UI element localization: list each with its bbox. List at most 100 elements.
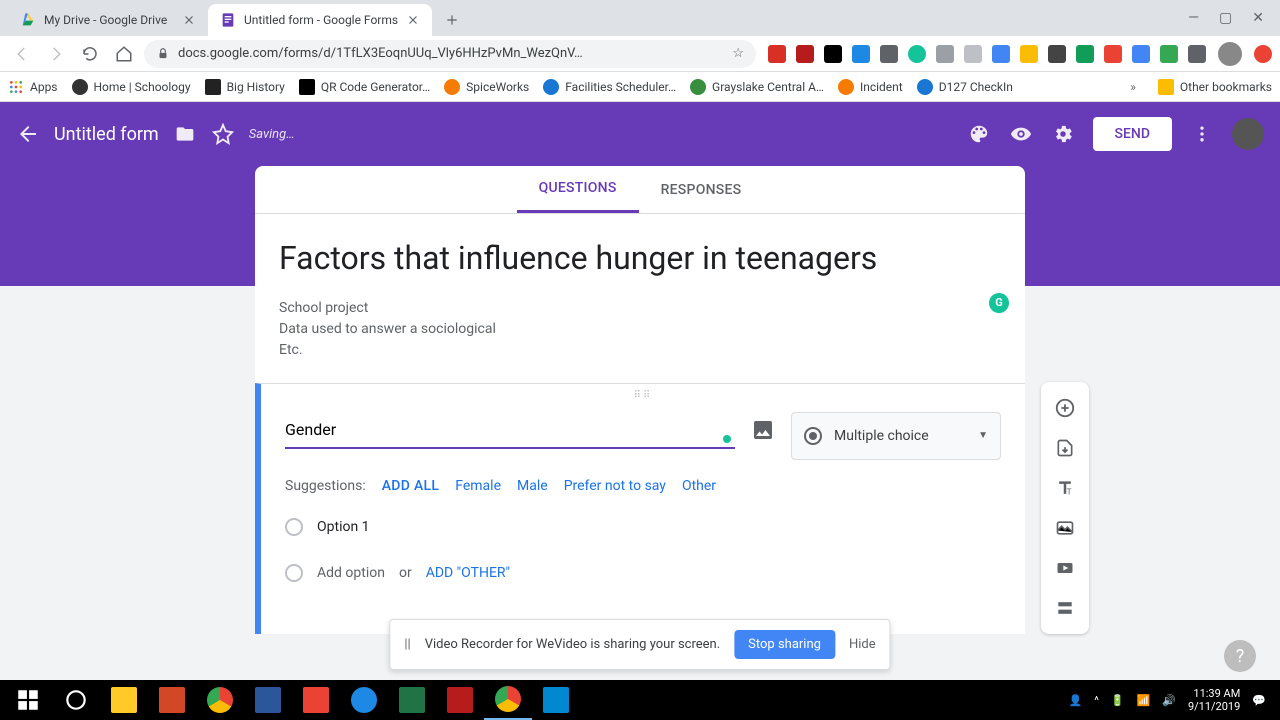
tab-questions[interactable]: QUESTIONS <box>517 166 639 213</box>
ext-icon[interactable] <box>852 45 870 63</box>
browser-tab-forms[interactable]: Untitled form - Google Forms <box>208 4 432 36</box>
question-type-select[interactable]: Multiple choice ▼ <box>791 412 1001 460</box>
ext-icon[interactable] <box>1076 45 1094 63</box>
bookmark-item[interactable]: Incident <box>838 79 903 95</box>
new-tab-button[interactable] <box>438 6 466 34</box>
cortana-button[interactable] <box>52 680 100 720</box>
suggestion-item[interactable]: Female <box>455 478 501 494</box>
powerpoint-button[interactable] <box>148 680 196 720</box>
app-button[interactable] <box>532 680 580 720</box>
chrome-button[interactable] <box>196 680 244 720</box>
add-all-button[interactable]: ADD ALL <box>382 478 440 494</box>
bookmark-item[interactable]: QR Code Generator… <box>299 79 430 95</box>
forward-button[interactable] <box>42 40 70 68</box>
add-other-button[interactable]: ADD "OTHER" <box>426 565 510 581</box>
ext-icon[interactable] <box>1020 45 1038 63</box>
add-image-button[interactable] <box>1041 508 1089 548</box>
form-title-card[interactable]: Factors that influence hunger in teenage… <box>255 214 1025 383</box>
file-explorer-button[interactable] <box>100 680 148 720</box>
tab-responses[interactable]: RESPONSES <box>639 166 764 213</box>
question-title-input[interactable] <box>285 412 735 449</box>
option-row[interactable]: Option 1 <box>285 518 1001 536</box>
suggestion-item[interactable]: Prefer not to say <box>564 478 666 494</box>
settings-button[interactable] <box>1051 122 1075 146</box>
star-button[interactable] <box>211 122 235 146</box>
ext-icon[interactable] <box>1132 45 1150 63</box>
send-button[interactable]: SEND <box>1093 117 1172 151</box>
preview-button[interactable] <box>1009 122 1033 146</box>
import-questions-button[interactable] <box>1041 428 1089 468</box>
ext-icon[interactable] <box>796 45 814 63</box>
back-to-forms-button[interactable] <box>16 122 40 146</box>
option-label[interactable]: Option 1 <box>317 519 370 535</box>
move-to-folder-button[interactable] <box>173 122 197 146</box>
ext-icon[interactable] <box>824 45 842 63</box>
star-icon[interactable]: ☆ <box>732 46 744 61</box>
form-name[interactable]: Untitled form <box>54 124 159 145</box>
bookmark-item[interactable]: Home | Schoology <box>72 79 191 95</box>
bookmark-item[interactable]: SpiceWorks <box>444 79 529 95</box>
add-section-button[interactable] <box>1041 588 1089 628</box>
other-bookmarks[interactable]: Other bookmarks <box>1158 79 1272 95</box>
stop-sharing-button[interactable]: Stop sharing <box>734 630 835 659</box>
omnibox[interactable]: docs.google.com/forms/d/1TfLX3EoqnUUq_Vl… <box>144 40 756 68</box>
suggestion-item[interactable]: Male <box>517 478 548 494</box>
profile-avatar[interactable] <box>1218 42 1242 66</box>
close-icon[interactable] <box>182 13 196 27</box>
grammarly-ext-icon[interactable] <box>908 45 926 63</box>
add-title-button[interactable]: T <box>1041 468 1089 508</box>
bookmark-item[interactable]: Facilities Scheduler… <box>543 79 676 95</box>
ext-icon[interactable] <box>936 45 954 63</box>
notifications-button[interactable]: 💬 <box>1252 694 1266 707</box>
add-option-label[interactable]: Add option <box>317 565 385 581</box>
tray-up-icon[interactable]: ^ <box>1094 694 1099 707</box>
add-question-button[interactable] <box>1041 388 1089 428</box>
system-clock[interactable]: 11:39 AM 9/11/2019 <box>1188 687 1240 713</box>
bookmark-item[interactable]: Big History <box>205 79 285 95</box>
drag-handle[interactable]: ⠿⠿ <box>634 390 653 401</box>
bookmark-item[interactable]: Grayslake Central A… <box>690 79 824 95</box>
account-avatar[interactable] <box>1232 118 1264 150</box>
question-card[interactable]: ⠿⠿ Multiple choice ▼ Suggestions: ADD AL… <box>255 383 1025 634</box>
back-button[interactable] <box>8 40 36 68</box>
acrobat-button[interactable] <box>436 680 484 720</box>
more-menu-button[interactable] <box>1190 122 1214 146</box>
ext-icon[interactable] <box>992 45 1010 63</box>
reload-button[interactable] <box>76 40 104 68</box>
ie-button[interactable] <box>340 680 388 720</box>
volume-icon[interactable]: 🔊 <box>1162 694 1176 707</box>
close-icon[interactable] <box>406 13 420 27</box>
maximize-button[interactable]: ▢ <box>1219 10 1232 26</box>
hide-button[interactable]: Hide <box>849 637 876 652</box>
chrome-active-button[interactable] <box>484 680 532 720</box>
customize-theme-button[interactable] <box>967 122 991 146</box>
ext-icon[interactable] <box>768 45 786 63</box>
word-button[interactable] <box>244 680 292 720</box>
close-window-button[interactable]: ✕ <box>1252 10 1264 26</box>
ext-icon[interactable] <box>1188 45 1206 63</box>
home-button[interactable] <box>110 40 138 68</box>
add-option-row[interactable]: Add option or ADD "OTHER" <box>285 564 1001 582</box>
ext-icon[interactable] <box>1048 45 1066 63</box>
ext-icon[interactable] <box>964 45 982 63</box>
battery-icon[interactable]: 🔋 <box>1111 694 1125 707</box>
minimize-button[interactable]: — <box>1188 10 1199 26</box>
start-button[interactable] <box>4 680 52 720</box>
help-button[interactable]: ? <box>1224 640 1256 672</box>
excel-button[interactable] <box>388 680 436 720</box>
form-title[interactable]: Factors that influence hunger in teenage… <box>279 238 1001 280</box>
bookmark-item[interactable]: D127 CheckIn <box>917 79 1013 95</box>
suggestion-item[interactable]: Other <box>682 478 716 494</box>
ext-icon[interactable] <box>1254 45 1272 63</box>
add-image-button[interactable] <box>751 418 775 442</box>
grammarly-badge[interactable]: G <box>989 293 1009 313</box>
browser-tab-drive[interactable]: My Drive - Google Drive <box>8 4 208 36</box>
bookmark-overflow[interactable]: » <box>1130 80 1136 94</box>
ext-icon[interactable] <box>880 45 898 63</box>
ext-icon[interactable] <box>1160 45 1178 63</box>
add-video-button[interactable] <box>1041 548 1089 588</box>
wifi-icon[interactable]: 📶 <box>1137 694 1151 707</box>
ext-icon[interactable] <box>1104 45 1122 63</box>
tray-icon[interactable]: 👤 <box>1069 694 1083 707</box>
form-description[interactable]: School project Data used to answer a soc… <box>279 298 1001 361</box>
